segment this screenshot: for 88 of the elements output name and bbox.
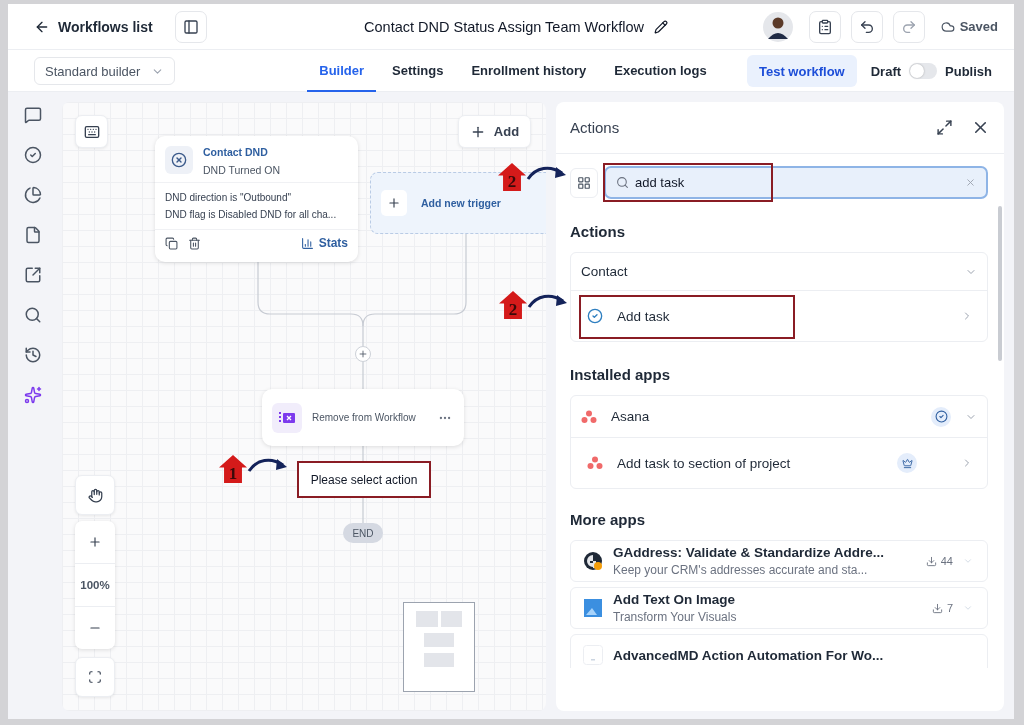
action-item[interactable]: Add task to section of project	[571, 438, 987, 488]
trigger-card[interactable]: Contact DND DND Turned ON DND direction is "Outbound" DND flag is Disabled DND for all cha... Stats	[155, 136, 358, 262]
sidebar-toggle-button[interactable]	[174, 10, 207, 43]
search-input[interactable]: add task	[635, 175, 959, 190]
app-name: Add Text On Image	[613, 592, 736, 607]
circle-x-icon	[171, 152, 187, 168]
grid-icon	[577, 175, 591, 190]
cloud-icon	[940, 19, 955, 34]
app-card[interactable]: GAddress: Validate & Standardize Addre... Keep your CRM's addresses accurate and sta... 44	[570, 540, 988, 582]
avatar[interactable]	[762, 11, 793, 42]
trash-icon[interactable]	[188, 236, 201, 250]
search-icon	[616, 176, 629, 189]
remove-icon	[272, 402, 302, 433]
edit-icon[interactable]	[653, 19, 668, 34]
redo-icon	[900, 18, 917, 35]
publish-toggle[interactable]	[909, 63, 938, 79]
hand-tool-button[interactable]	[75, 475, 115, 515]
step-marker: 1	[219, 455, 247, 483]
keyboard-button[interactable]	[75, 115, 108, 148]
group-header[interactable]: Asana	[571, 396, 987, 438]
clipboard-button[interactable]	[808, 10, 841, 43]
panel-title: Actions	[570, 119, 621, 136]
install-count-text: 7	[946, 602, 953, 614]
action-title: Remove from Workflow	[312, 412, 417, 423]
sparkle-icon[interactable]	[24, 386, 44, 406]
plus-icon	[358, 349, 368, 359]
download-icon	[925, 555, 937, 567]
pie-chart-icon[interactable]	[24, 186, 44, 206]
back-link[interactable]: Workflows list	[34, 18, 153, 35]
expand-button[interactable]	[936, 119, 953, 136]
zoom-level: 100%	[75, 564, 115, 607]
draft-label: Draft	[870, 63, 902, 79]
app-name: AdvancedMD Action Automation For Wo...	[613, 647, 885, 663]
asana-icon	[587, 455, 603, 471]
publish-label: Publish	[945, 63, 992, 79]
builder-select[interactable]: Standard builder	[34, 57, 175, 85]
app-description: Keep your CRM's addresses accurate and sta...	[613, 563, 869, 577]
app-description: Transform Your Visuals	[613, 610, 738, 624]
globe-icon	[583, 551, 603, 571]
add-button[interactable]: Add	[458, 115, 531, 148]
action-item[interactable]: Add task	[571, 291, 987, 341]
search-field[interactable]: add task	[604, 166, 988, 199]
trigger-condition: DND flag is Disabled DND for all cha...	[165, 208, 338, 222]
app-icon	[583, 645, 603, 665]
fit-view-icon	[88, 670, 102, 684]
plus-icon	[381, 190, 407, 216]
app-card[interactable]: AdvancedMD Action Automation For Wo...	[570, 634, 988, 668]
app-card[interactable]: Add Text On Image Transform Your Visuals 7	[570, 587, 988, 629]
workflow-title: Contact DND Status Assign Team Workflow	[364, 18, 644, 35]
asana-icon	[581, 408, 597, 425]
section-title: Actions	[570, 223, 626, 240]
tab[interactable]: Execution logs	[602, 50, 719, 92]
chevron-down-icon	[963, 556, 973, 566]
image-icon	[583, 598, 603, 618]
trigger-title: Contact DND	[203, 146, 269, 158]
bar-chart-icon	[300, 236, 314, 250]
end-node: END	[343, 523, 383, 543]
app-name: GAddress: Validate & Standardize Addre...	[613, 545, 886, 560]
category-button[interactable]	[570, 167, 598, 198]
group-header[interactable]: Contact	[571, 253, 987, 291]
scrollbar[interactable]	[998, 206, 1002, 361]
tab[interactable]: Settings	[380, 50, 456, 92]
select-action-node[interactable]: Please select action	[297, 461, 431, 498]
plus-icon	[88, 535, 102, 549]
external-link-icon[interactable]	[24, 266, 44, 286]
section-title: Installed apps	[570, 366, 672, 383]
trigger-subtitle: DND Turned ON	[203, 164, 281, 176]
install-count-text: 44	[940, 555, 953, 567]
sidebar-panel-icon	[182, 18, 199, 35]
undo-icon	[858, 18, 875, 35]
save-status-text: Saved	[959, 19, 998, 34]
chevron-down-icon	[963, 603, 973, 613]
keyboard-icon	[83, 123, 100, 140]
task-icon	[587, 308, 603, 324]
tab[interactable]: Enrollment history	[459, 50, 599, 92]
expand-icon	[936, 119, 953, 136]
download-icon	[931, 602, 943, 614]
hand-icon	[87, 487, 103, 503]
chat-icon[interactable]	[24, 106, 44, 126]
check-circle-icon[interactable]	[24, 146, 44, 166]
stats-link[interactable]: Stats	[300, 236, 348, 250]
undo-button[interactable]	[850, 10, 883, 43]
test-workflow-button[interactable]: Test workflow	[747, 55, 857, 87]
copy-icon[interactable]	[165, 236, 178, 250]
trigger-condition: DND direction is "Outbound"	[165, 191, 293, 205]
section-title: More apps	[570, 511, 646, 528]
action-card[interactable]: Remove from Workflow	[262, 389, 464, 446]
clipboard-icon	[816, 18, 833, 35]
